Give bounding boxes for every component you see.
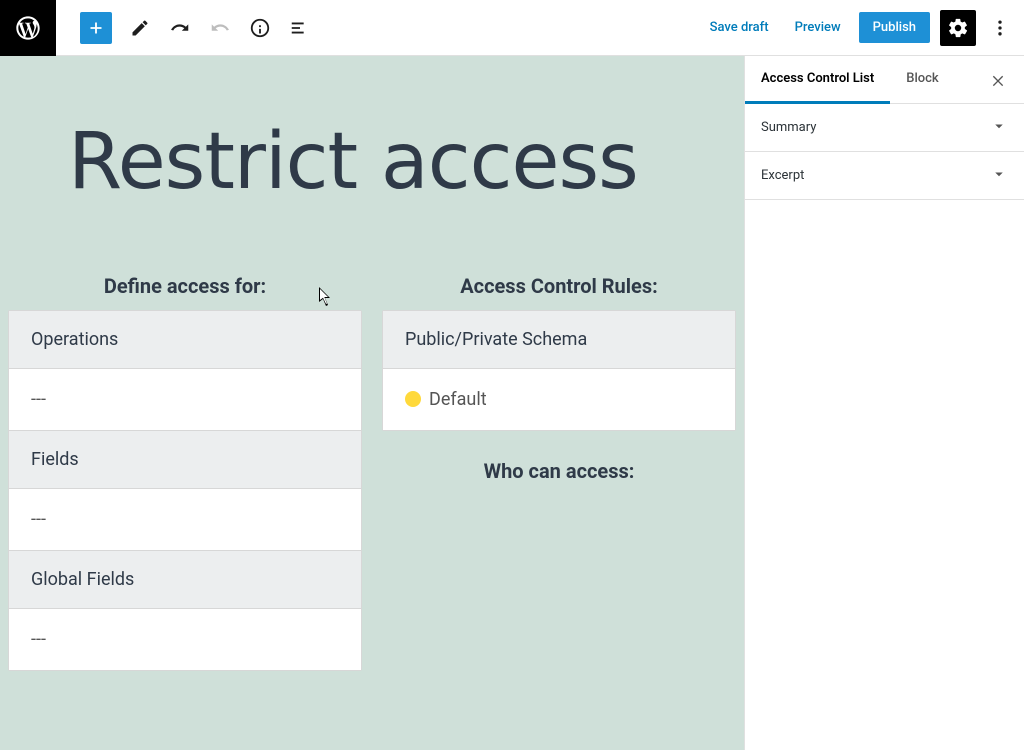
panel-excerpt[interactable]: Excerpt — [745, 152, 1024, 200]
rule-value-label: Default — [429, 389, 487, 410]
settings-sidebar: Access Control List Block Summary Excerp… — [744, 56, 1024, 750]
chevron-down-icon — [990, 165, 1008, 187]
plus-icon — [85, 17, 107, 39]
section-header-fields[interactable]: Fields — [9, 431, 361, 489]
preview-button[interactable]: Preview — [783, 12, 853, 43]
editor-canvas[interactable]: Restrict access Define access for: Opera… — [0, 56, 744, 750]
kebab-icon — [990, 18, 1010, 38]
tab-block[interactable]: Block — [890, 56, 954, 104]
access-rules-column: Access Control Rules: Public/Private Sch… — [382, 274, 736, 671]
workspace: Restrict access Define access for: Opera… — [0, 56, 1024, 750]
section-header-operations[interactable]: Operations — [9, 311, 361, 369]
sidebar-tabs: Access Control List Block — [745, 56, 1024, 104]
pencil-icon — [130, 18, 150, 38]
section-header-global-fields[interactable]: Global Fields — [9, 551, 361, 609]
info-icon — [249, 17, 271, 39]
wordpress-icon — [14, 14, 42, 42]
gear-icon — [947, 17, 969, 39]
section-value-operations[interactable]: --- — [9, 369, 361, 431]
define-access-card[interactable]: Operations --- Fields --- Global Fields … — [8, 310, 362, 671]
rule-header[interactable]: Public/Private Schema — [383, 311, 735, 369]
page-title[interactable]: Restrict access — [68, 120, 736, 206]
redo-icon — [209, 17, 231, 39]
define-access-column: Define access for: Operations --- Fields… — [8, 274, 362, 671]
default-indicator-icon — [405, 391, 421, 407]
list-view-button[interactable] — [282, 10, 318, 46]
more-options-button[interactable] — [982, 10, 1018, 46]
access-rules-heading: Access Control Rules: — [382, 274, 736, 298]
redo-button[interactable] — [202, 10, 238, 46]
toolbar-left — [56, 10, 318, 46]
section-value-fields[interactable]: --- — [9, 489, 361, 551]
rule-value[interactable]: Default — [383, 369, 735, 430]
acl-columns: Define access for: Operations --- Fields… — [8, 274, 736, 671]
toolbar-right: Save draft Preview Publish — [698, 10, 1024, 46]
wordpress-logo-button[interactable] — [0, 0, 56, 56]
settings-button[interactable] — [940, 10, 976, 46]
close-icon — [990, 72, 1006, 88]
add-block-button[interactable] — [80, 12, 112, 44]
tab-acl[interactable]: Access Control List — [745, 56, 890, 104]
undo-button[interactable] — [162, 10, 198, 46]
tools-button[interactable] — [122, 10, 158, 46]
section-value-global-fields[interactable]: --- — [9, 609, 361, 670]
panel-summary-label: Summary — [761, 120, 816, 135]
editor-topbar: Save draft Preview Publish — [0, 0, 1024, 56]
who-can-access-heading: Who can access: — [382, 459, 736, 483]
list-view-icon — [289, 17, 311, 39]
publish-button[interactable]: Publish — [859, 12, 930, 43]
panel-summary[interactable]: Summary — [745, 104, 1024, 152]
define-access-heading: Define access for: — [8, 274, 362, 298]
access-rules-card[interactable]: Public/Private Schema Default — [382, 310, 736, 431]
panel-excerpt-label: Excerpt — [761, 168, 804, 183]
close-sidebar-button[interactable] — [980, 62, 1016, 98]
info-button[interactable] — [242, 10, 278, 46]
chevron-down-icon — [990, 117, 1008, 139]
undo-icon — [169, 17, 191, 39]
save-draft-button[interactable]: Save draft — [698, 12, 781, 43]
